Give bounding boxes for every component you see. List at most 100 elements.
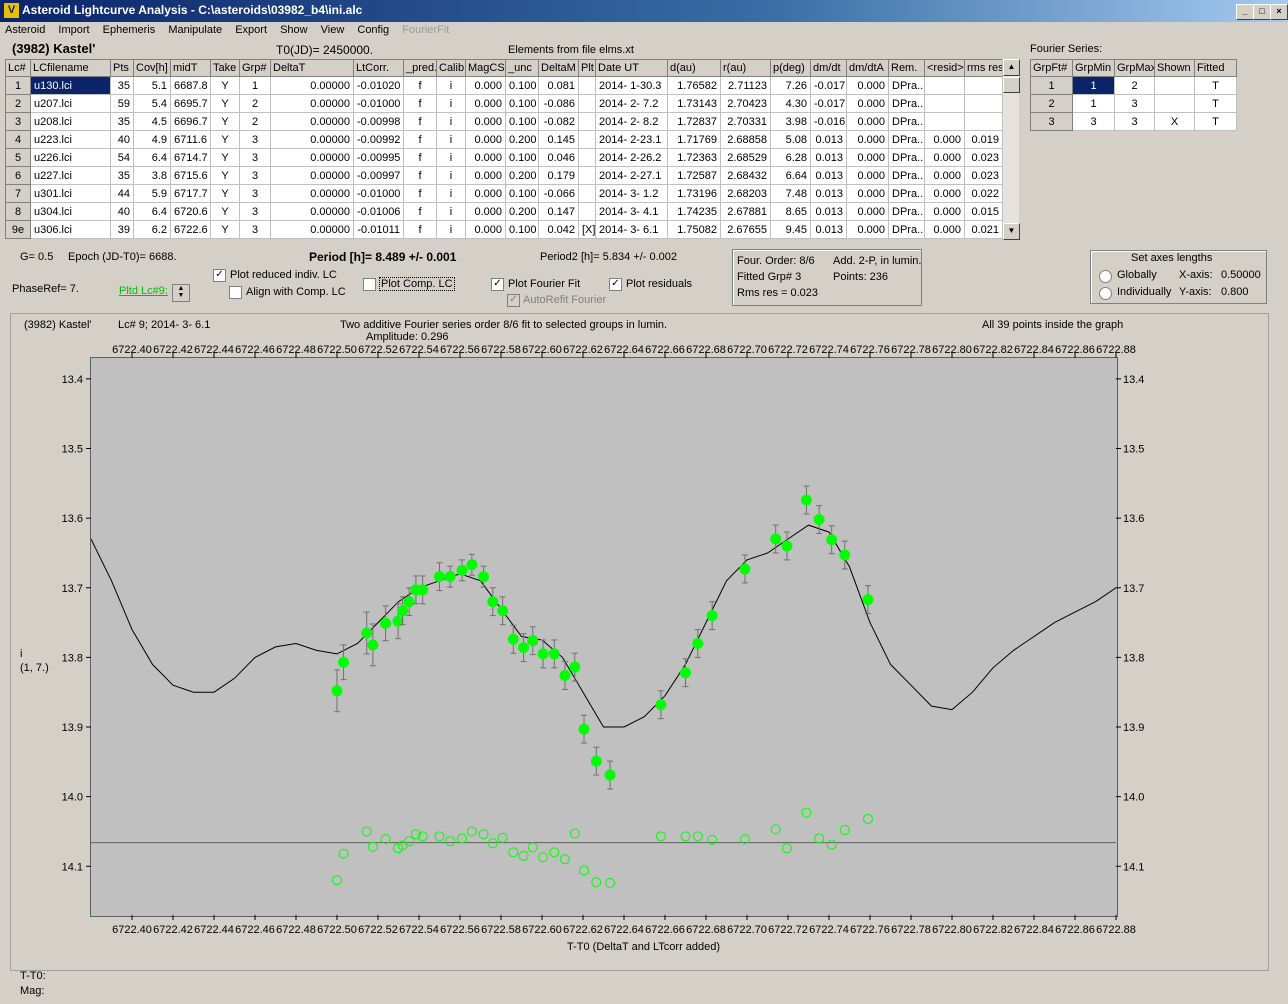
x-tick-label-top: 6722.46 (235, 344, 275, 356)
x-tick-label-top: 6722.54 (399, 344, 439, 356)
data-point (361, 627, 373, 639)
x-tick-label-bottom: 6722.84 (1014, 924, 1054, 936)
x-tick-label-bottom: 6722.86 (1055, 924, 1095, 936)
x-tick-label-bottom: 6722.88 (1096, 924, 1136, 936)
residual-point (801, 807, 812, 818)
data-point (655, 699, 667, 711)
residual-point (404, 836, 415, 847)
x-tick-label-bottom: 6722.78 (891, 924, 931, 936)
residual-point (518, 850, 529, 861)
x-tick-label-top: 6722.82 (973, 344, 1013, 356)
data-point (537, 648, 549, 660)
x-tick-label-top: 6722.80 (932, 344, 972, 356)
data-point (456, 564, 468, 576)
data-point (604, 769, 616, 781)
x-tick-label-bottom: 6722.40 (112, 924, 152, 936)
y-tick-label-left: 13.9 (62, 722, 83, 734)
data-point (487, 596, 499, 608)
y-tick-label-left: 14.1 (62, 861, 83, 873)
x-tick-label-bottom: 6722.66 (645, 924, 685, 936)
data-point (403, 596, 415, 608)
data-point (380, 617, 392, 629)
data-point (478, 571, 490, 583)
x-tick-label-bottom: 6722.60 (522, 924, 562, 936)
data-point (739, 563, 751, 575)
x-tick-label-bottom: 6722.54 (399, 924, 439, 936)
x-tick-label-bottom: 6722.80 (932, 924, 972, 936)
residual-point (527, 842, 538, 853)
y-tick-label-right: 13.5 (1123, 444, 1144, 456)
residual-point (839, 825, 850, 836)
y-tick-label-right: 13.6 (1123, 513, 1144, 525)
data-point (559, 669, 571, 681)
data-point (331, 685, 343, 697)
x-tick-label-top: 6722.64 (604, 344, 644, 356)
x-tick-label-top: 6722.86 (1055, 344, 1095, 356)
x-tick-label-top: 6722.74 (809, 344, 849, 356)
residual-point (445, 836, 456, 847)
residual-point (826, 839, 837, 850)
y-tick-label-left: 13.8 (62, 652, 83, 664)
residual-point (538, 852, 549, 863)
data-point (781, 540, 793, 552)
data-point (706, 610, 718, 622)
data-point (839, 549, 851, 561)
data-point (367, 639, 379, 651)
data-point (590, 755, 602, 767)
x-tick-label-bottom: 6722.50 (317, 924, 357, 936)
x-tick-label-bottom: 6722.44 (194, 924, 234, 936)
y-tick-label-left: 13.5 (62, 444, 83, 456)
y-tick-label-left: 13.7 (62, 583, 83, 595)
x-tick-label-bottom: 6722.42 (153, 924, 193, 936)
residual-point (487, 838, 498, 849)
x-tick-label-top: 6722.66 (645, 344, 685, 356)
x-tick-label-top: 6722.62 (563, 344, 603, 356)
residual-point (862, 813, 873, 824)
residual-point (508, 847, 519, 858)
x-tick-label-bottom: 6722.48 (276, 924, 316, 936)
data-point (507, 633, 519, 645)
x-tick-label-top: 6722.68 (686, 344, 726, 356)
data-point (680, 667, 691, 679)
y-tick-label-right: 14.1 (1123, 861, 1144, 873)
residual-point (814, 833, 825, 844)
y-tick-label-right: 13.8 (1123, 652, 1144, 664)
y-tick-label-right: 14.0 (1123, 792, 1144, 804)
data-point (578, 723, 590, 735)
residual-point (478, 829, 489, 840)
data-point (338, 656, 350, 668)
residual-point (680, 831, 691, 842)
data-point (444, 571, 456, 583)
residual-point (559, 854, 570, 865)
data-point (417, 584, 429, 596)
residual-point (655, 831, 666, 842)
x-tick-label-bottom: 6722.56 (440, 924, 480, 936)
data-point (466, 559, 478, 571)
x-tick-label-bottom: 6722.52 (358, 924, 398, 936)
data-point (497, 605, 509, 617)
status-t-t0: T-T0: (20, 970, 46, 982)
data-point (826, 534, 838, 546)
residual-point (569, 828, 580, 839)
data-point (569, 661, 581, 673)
x-tick-label-top: 6722.52 (358, 344, 398, 356)
lightcurve-chart: 6722.406722.406722.426722.426722.446722.… (62, 344, 1145, 936)
x-tick-label-top: 6722.44 (194, 344, 234, 356)
x-tick-label-top: 6722.40 (112, 344, 152, 356)
data-point (813, 514, 825, 526)
x-tick-label-top: 6722.60 (522, 344, 562, 356)
x-tick-label-top: 6722.84 (1014, 344, 1054, 356)
data-point (692, 637, 704, 649)
x-tick-label-bottom: 6722.68 (686, 924, 726, 936)
x-tick-label-top: 6722.76 (850, 344, 890, 356)
residual-point (332, 875, 342, 886)
y-tick-label-right: 13.7 (1123, 583, 1144, 595)
residual-point (692, 831, 703, 842)
x-tick-label-top: 6722.50 (317, 344, 357, 356)
residual-point (497, 832, 508, 843)
residual-point (549, 847, 560, 858)
residual-point (367, 841, 378, 852)
residual-point (457, 833, 468, 844)
x-tick-label-top: 6722.72 (768, 344, 808, 356)
x-tick-label-bottom: 6722.64 (604, 924, 644, 936)
